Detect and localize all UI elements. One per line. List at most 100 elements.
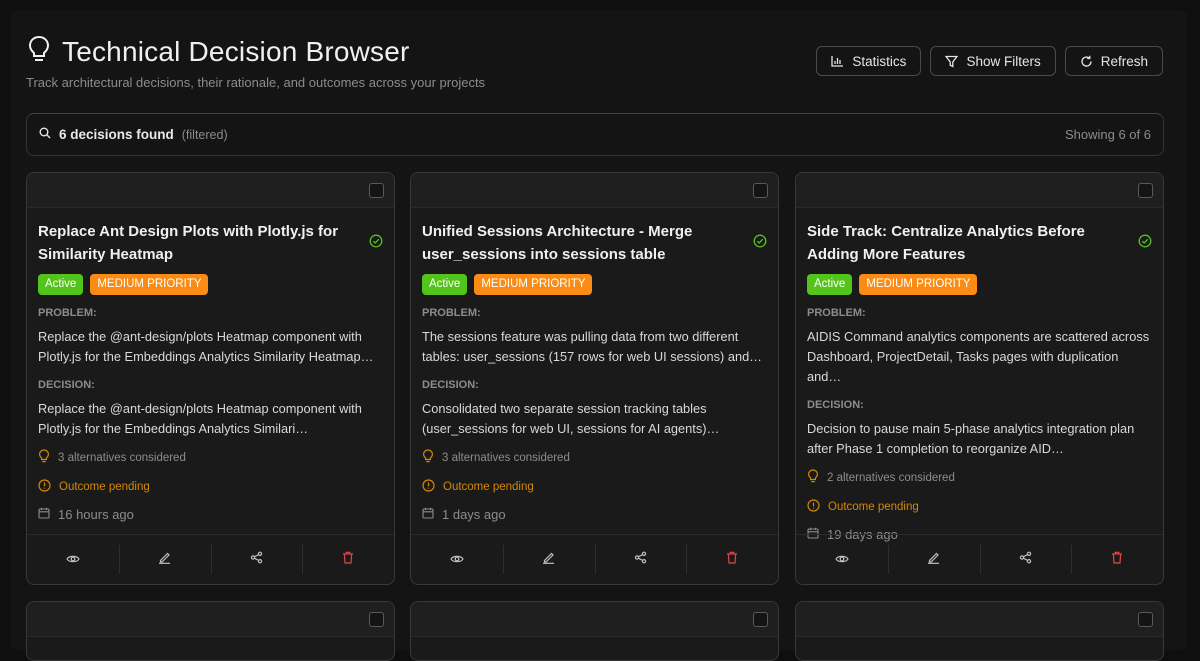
refresh-button[interactable]: Refresh: [1064, 46, 1163, 76]
lightbulb-icon: [38, 449, 50, 466]
filter-icon: [945, 55, 959, 68]
edit-icon: [927, 551, 940, 569]
problem-text: Replace the @ant-design/plots Heatmap co…: [38, 329, 374, 364]
select-checkbox[interactable]: [753, 612, 768, 627]
decision-title[interactable]: Replace Ant Design Plots with Plotly.js …: [38, 220, 358, 266]
results-bar: 6 decisions found (filtered) Showing 6 o…: [26, 113, 1164, 156]
share-button[interactable]: [594, 535, 687, 584]
delete-button[interactable]: [1071, 535, 1163, 584]
edit-button[interactable]: [118, 535, 211, 584]
show-filters-label: Show Filters: [966, 53, 1041, 69]
statistics-button[interactable]: Statistics: [816, 46, 922, 76]
decision-card[interactable]: [26, 601, 395, 661]
priority-badge: MEDIUM PRIORITY: [474, 274, 593, 295]
exclamation-circle-icon: [422, 479, 435, 495]
check-circle-icon: [753, 234, 767, 253]
decision-label: DECISION:: [807, 399, 864, 411]
page-subtitle: Track architectural decisions, their rat…: [26, 75, 486, 90]
lightbulb-icon: [422, 449, 434, 466]
trash-icon: [342, 551, 354, 569]
problem-label: PROBLEM:: [38, 307, 97, 319]
select-checkbox[interactable]: [1138, 612, 1153, 627]
date-text: 1 days ago: [442, 507, 506, 522]
priority-badge: MEDIUM PRIORITY: [859, 274, 978, 295]
exclamation-circle-icon: [38, 479, 51, 495]
lightbulb-icon: [807, 469, 819, 486]
date-text: 16 hours ago: [58, 507, 134, 522]
decision-card[interactable]: [410, 601, 779, 661]
decision-card[interactable]: Unified Sessions Architecture - Merge us…: [410, 172, 779, 585]
select-checkbox[interactable]: [1138, 183, 1153, 198]
status-badge: Active: [807, 274, 853, 295]
card-actions: [411, 534, 778, 584]
view-button[interactable]: [27, 535, 119, 584]
view-button[interactable]: [411, 535, 503, 584]
main-panel: Technical Decision Browser Track archite…: [10, 10, 1187, 661]
alternatives-count: 2 alternatives considered: [827, 471, 955, 484]
date-info: 16 hours ago: [38, 507, 383, 522]
edit-button[interactable]: [502, 535, 595, 584]
select-checkbox[interactable]: [369, 612, 384, 627]
status-badge: Active: [38, 274, 84, 295]
decision-card[interactable]: [795, 601, 1164, 661]
decision-text: Consolidated two separate session tracki…: [422, 401, 720, 436]
page-title: Technical Decision Browser: [62, 35, 410, 67]
share-button[interactable]: [979, 535, 1072, 584]
view-button[interactable]: [796, 535, 888, 584]
alternatives-info: 2 alternatives considered: [807, 469, 1152, 486]
bar-chart-icon: [831, 55, 844, 67]
delete-button[interactable]: [302, 535, 394, 584]
delete-button[interactable]: [686, 535, 778, 584]
date-info: 1 days ago: [422, 507, 767, 522]
refresh-icon: [1080, 55, 1093, 68]
card-actions: [796, 534, 1163, 584]
edit-icon: [158, 551, 171, 569]
filtered-indicator: (filtered): [181, 127, 228, 142]
select-checkbox[interactable]: [753, 183, 768, 198]
outcome-status: Outcome pending: [807, 499, 1152, 515]
share-icon: [250, 551, 263, 569]
edit-icon: [542, 551, 555, 569]
select-checkbox[interactable]: [369, 183, 384, 198]
problem-text: The sessions feature was pulling data fr…: [422, 329, 762, 364]
alternatives-info: 3 alternatives considered: [422, 449, 767, 466]
share-button[interactable]: [210, 535, 303, 584]
decision-label: DECISION:: [38, 379, 95, 391]
outcome-text: Outcome pending: [443, 481, 534, 493]
share-icon: [1019, 551, 1032, 569]
toolbar: Statistics Show Filters Refresh: [816, 46, 1163, 76]
alternatives-count: 3 alternatives considered: [58, 451, 186, 464]
show-filters-button[interactable]: Show Filters: [930, 46, 1056, 76]
alternatives-info: 3 alternatives considered: [38, 449, 383, 466]
search-icon: [39, 126, 51, 144]
check-circle-icon: [1138, 234, 1152, 253]
exclamation-circle-icon: [807, 499, 820, 515]
decision-title[interactable]: Unified Sessions Architecture - Merge us…: [422, 220, 742, 266]
priority-badge: MEDIUM PRIORITY: [90, 274, 209, 295]
statistics-label: Statistics: [852, 53, 907, 69]
trash-icon: [1111, 551, 1123, 569]
calendar-icon: [38, 507, 50, 522]
edit-button[interactable]: [887, 535, 980, 584]
share-icon: [634, 551, 647, 569]
eye-icon: [66, 551, 80, 569]
eye-icon: [450, 551, 464, 569]
card-actions: [27, 534, 394, 584]
problem-text: AIDIS Command analytics components are s…: [807, 329, 1150, 384]
outcome-text: Outcome pending: [59, 481, 150, 493]
showing-count: Showing 6 of 6: [1064, 127, 1151, 142]
outcome-status: Outcome pending: [38, 479, 383, 495]
alternatives-count: 3 alternatives considered: [442, 451, 570, 464]
problem-label: PROBLEM:: [807, 307, 866, 319]
decision-label: DECISION:: [422, 379, 479, 391]
decision-card[interactable]: Replace Ant Design Plots with Plotly.js …: [26, 172, 395, 585]
check-circle-icon: [369, 234, 383, 253]
decision-title[interactable]: Side Track: Centralize Analytics Before …: [807, 220, 1127, 266]
eye-icon: [835, 551, 849, 569]
decision-text: Replace the @ant-design/plots Heatmap co…: [38, 401, 362, 436]
outcome-text: Outcome pending: [828, 501, 919, 513]
lightbulb-icon: [26, 34, 52, 69]
decision-card[interactable]: Side Track: Centralize Analytics Before …: [795, 172, 1164, 585]
status-badge: Active: [422, 274, 468, 295]
trash-icon: [726, 551, 738, 569]
